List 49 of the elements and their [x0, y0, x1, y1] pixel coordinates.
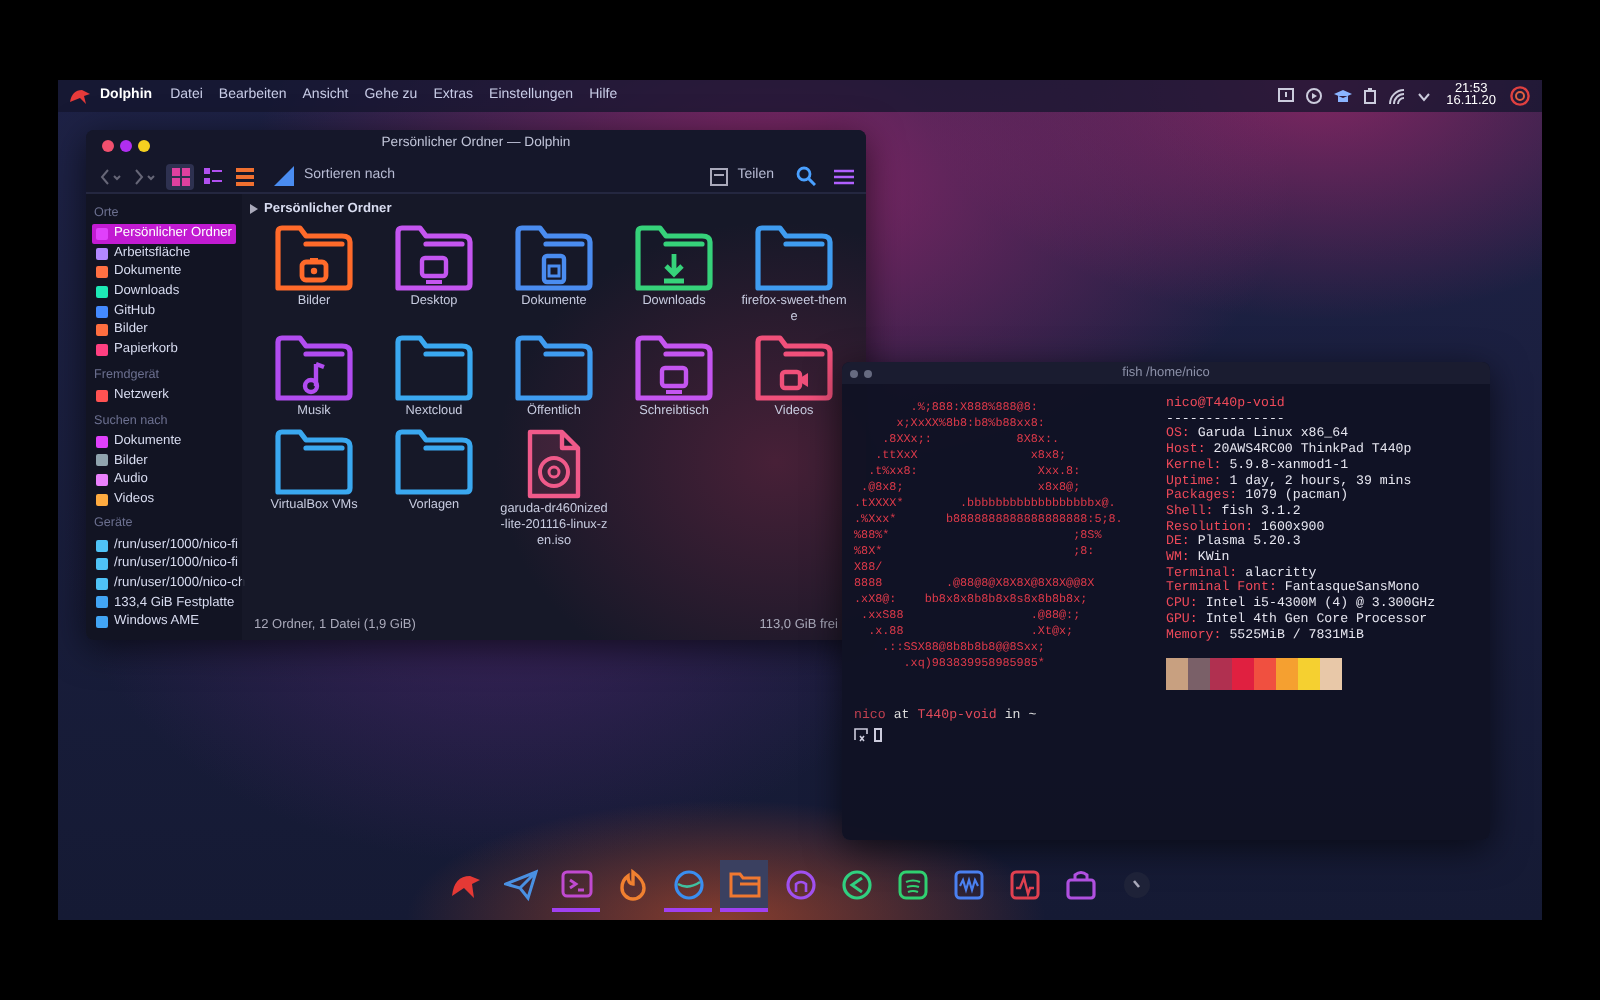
folder-icon[interactable] — [514, 224, 594, 292]
folder-icon[interactable] — [634, 334, 714, 402]
folder-icon[interactable] — [274, 334, 354, 402]
caret-icon[interactable] — [250, 204, 258, 214]
paper-plane-icon — [503, 867, 537, 901]
pulse-icon — [1007, 867, 1041, 901]
sort-icon[interactable] — [274, 166, 294, 186]
search-icon[interactable] — [796, 166, 816, 186]
view-mode-button[interactable] — [166, 163, 194, 189]
folder-icon[interactable] — [754, 334, 834, 402]
menu-icon[interactable] — [834, 167, 854, 185]
folder-icon[interactable] — [394, 334, 474, 402]
folder-icon[interactable] — [634, 224, 714, 292]
prompt-icon — [854, 728, 868, 743]
disc-image-file-icon[interactable] — [526, 428, 582, 500]
minimize-button[interactable] — [864, 369, 872, 377]
cap-icon[interactable] — [1334, 88, 1353, 104]
notification-icon[interactable] — [1278, 88, 1295, 104]
dial-icon — [1119, 867, 1153, 901]
terminal-icon — [559, 867, 593, 901]
back-arrow-icon[interactable] — [98, 167, 122, 185]
minimize-button[interactable] — [120, 139, 132, 151]
chevron-icon[interactable] — [1418, 91, 1431, 101]
folder-icon[interactable] — [274, 224, 354, 292]
share-icon[interactable] — [709, 167, 728, 185]
code-icon — [839, 867, 873, 901]
forward-arrow-icon[interactable] — [132, 167, 156, 185]
shopping-bag-icon — [1063, 867, 1097, 901]
folder-icon — [727, 867, 761, 901]
view-mode-button[interactable] — [198, 163, 226, 189]
globe-icon — [671, 867, 705, 901]
battery-icon[interactable] — [1364, 88, 1377, 104]
maximize-button[interactable] — [138, 139, 150, 151]
cursor — [874, 728, 882, 743]
folder-icon[interactable] — [274, 428, 354, 496]
waveform-icon — [951, 867, 985, 901]
folder-icon[interactable] — [754, 224, 834, 292]
play-icon[interactable] — [1306, 88, 1323, 104]
music-icon — [895, 867, 929, 901]
close-button[interactable] — [850, 369, 858, 377]
flame-icon — [615, 867, 649, 901]
folder-icon[interactable] — [394, 224, 474, 292]
folder-icon[interactable] — [514, 334, 594, 402]
close-button[interactable] — [102, 139, 114, 151]
wifi-icon[interactable] — [1388, 88, 1407, 104]
view-mode-button[interactable] — [230, 163, 258, 189]
bird-logo-icon[interactable] — [70, 87, 90, 105]
dock-item[interactable] — [720, 860, 768, 912]
folder-icon[interactable] — [394, 428, 474, 496]
